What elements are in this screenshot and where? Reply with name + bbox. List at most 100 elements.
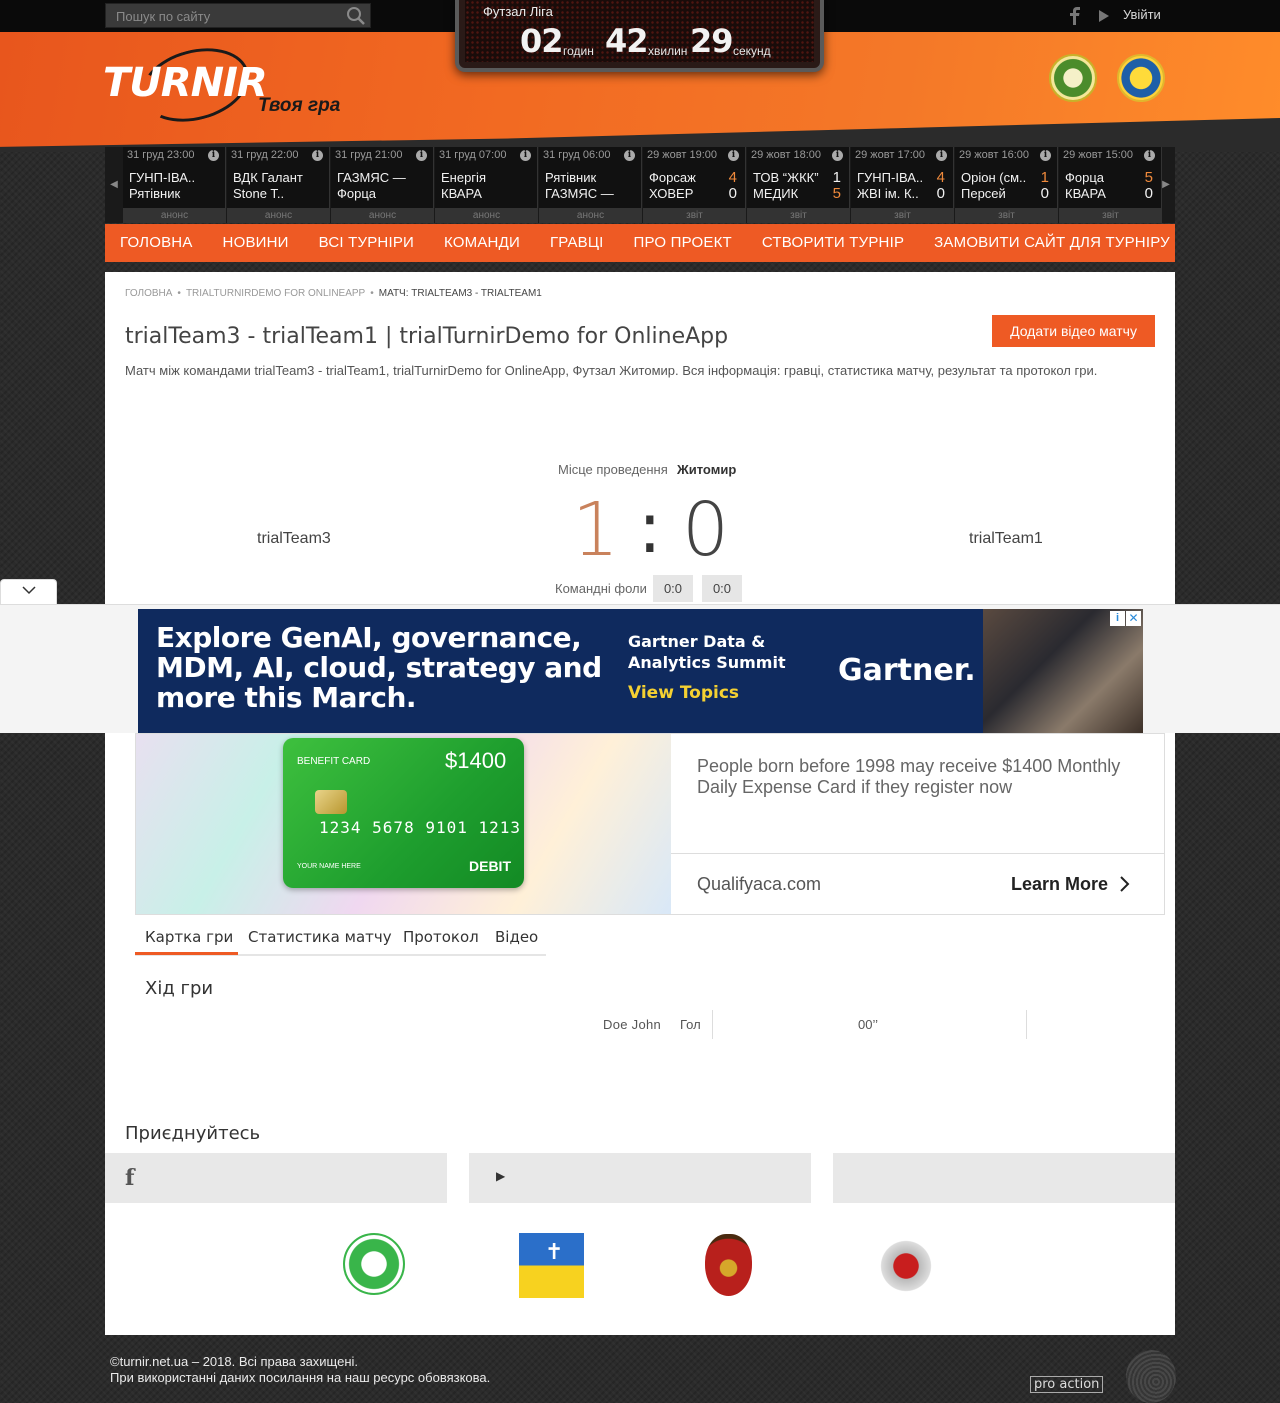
youtube-icon[interactable] bbox=[1097, 8, 1111, 24]
nav-item-home[interactable]: Головна bbox=[105, 224, 208, 262]
ticker-team1: Форсаж bbox=[649, 170, 696, 185]
info-icon[interactable]: i bbox=[936, 150, 947, 161]
ticker-match-card[interactable]: 31 груд 23:00 i ГУНП-ІВА.. Рятівник анонс bbox=[123, 147, 226, 223]
nav-item-create-tournament[interactable]: Створити турнір bbox=[747, 224, 919, 262]
ticker-status[interactable]: анонс bbox=[331, 208, 434, 223]
ad-cta[interactable]: View Topics bbox=[628, 683, 739, 703]
ad-headline: Explore GenAI, governance, MDM, AI, cloud… bbox=[156, 621, 602, 714]
info-icon[interactable]: i bbox=[416, 150, 427, 161]
venue-city: Житомир bbox=[677, 462, 737, 477]
active-tab-indicator bbox=[135, 952, 238, 955]
ad-info-icon[interactable]: i bbox=[1110, 611, 1125, 626]
join-other[interactable] bbox=[833, 1153, 1175, 1203]
ticker-status[interactable]: анонс bbox=[227, 208, 330, 223]
nav-item-players[interactable]: Гравці bbox=[535, 224, 619, 262]
partner-badge-blue[interactable] bbox=[1117, 54, 1165, 102]
info-icon[interactable]: i bbox=[312, 150, 323, 161]
ad-collapse-toggle[interactable] bbox=[0, 579, 57, 604]
ad-brand: Gartner. bbox=[838, 653, 976, 688]
card-amount: $1400 bbox=[445, 748, 507, 773]
countdown-scoreboard[interactable]: Футзал Ліга 02 годин 42 хвилин 29 секунд bbox=[455, 0, 824, 72]
partner-logo-christian-league[interactable]: ✝ bbox=[519, 1233, 584, 1298]
ticker-date: 29 жовт 15:00 bbox=[1063, 149, 1133, 161]
ticker-status[interactable]: звіт bbox=[747, 208, 850, 223]
countdown-seconds-unit: секунд bbox=[733, 44, 771, 58]
ticker-match-card[interactable]: 31 груд 07:00 i Енергія КВАРА анонс bbox=[435, 147, 538, 223]
facebook-icon: f bbox=[125, 1165, 135, 1191]
info-icon[interactable]: i bbox=[832, 150, 843, 161]
countdown-hours-unit: годин bbox=[563, 44, 594, 58]
ticker-status[interactable]: звіт bbox=[955, 208, 1058, 223]
ticker-score1: 4 bbox=[728, 169, 737, 186]
facebook-icon[interactable] bbox=[1068, 7, 1082, 25]
tab-match-stats[interactable]: Статистика матчу bbox=[248, 928, 392, 946]
site-logo[interactable]: TURNIR bbox=[103, 60, 268, 106]
ticker-status[interactable]: звіт bbox=[643, 208, 746, 223]
ticker-status[interactable]: звіт bbox=[1059, 208, 1162, 223]
ticker-status[interactable]: анонс bbox=[435, 208, 538, 223]
native-ad[interactable]: BENEFIT CARD $1400 1234 5678 9101 1213 Y… bbox=[135, 733, 1165, 915]
ticker-match-card[interactable]: 29 жовт 15:00 i Форца КВАРА 5 0 звіт bbox=[1059, 147, 1162, 223]
partner-logo-fist[interactable] bbox=[878, 1236, 934, 1296]
search-input[interactable] bbox=[116, 8, 336, 24]
breadcrumb-home[interactable]: Головна bbox=[125, 288, 172, 299]
ticker-date: 31 груд 23:00 bbox=[127, 149, 195, 161]
info-icon[interactable]: i bbox=[1040, 150, 1051, 161]
partner-logo-shield[interactable] bbox=[705, 1234, 752, 1296]
ticker-match-card[interactable]: 29 жовт 19:00 i Форсаж ХОВЕР 4 0 звіт bbox=[643, 147, 746, 223]
info-icon[interactable]: i bbox=[728, 150, 739, 161]
learn-more-button[interactable]: Learn More bbox=[1011, 874, 1108, 895]
ticker-match-card[interactable]: 29 жовт 18:00 i ТОВ “ЖКК” МЕДИК 1 5 звіт bbox=[747, 147, 850, 223]
search-box[interactable] bbox=[105, 3, 371, 28]
nav-item-news[interactable]: Новини bbox=[208, 224, 304, 262]
login-link[interactable]: Увійти bbox=[1123, 7, 1161, 22]
ticker-match-card[interactable]: 31 груд 06:00 i Рятівник ГАЗМЯС — анонс bbox=[539, 147, 642, 223]
venue-label: Місце проведення bbox=[558, 462, 668, 477]
ticker-next-arrow-icon[interactable]: ▶ bbox=[1157, 147, 1175, 223]
info-icon[interactable]: i bbox=[520, 150, 531, 161]
partner-logo-green[interactable] bbox=[343, 1233, 405, 1295]
match-ticker: ◀ 31 груд 23:00 i ГУНП-ІВА.. Рятівник анонс 3… bbox=[105, 147, 1175, 223]
ticker-score2: 5 bbox=[832, 185, 841, 202]
ticker-match-card[interactable]: 29 жовт 16:00 i Оріон (см.. Персей 1 0 звіт bbox=[955, 147, 1058, 223]
ad-close-icon[interactable]: ✕ bbox=[1126, 611, 1141, 626]
search-icon[interactable] bbox=[346, 6, 366, 26]
ticker-match-card[interactable]: 29 жовт 17:00 i ГУНП-ІВА.. ЖВІ ім. К.. 4 0 зві… bbox=[851, 147, 954, 223]
ticker-date: 29 жовт 18:00 bbox=[751, 149, 821, 161]
ticker-status[interactable]: анонс bbox=[539, 208, 642, 223]
card-type: DEBIT bbox=[469, 858, 511, 874]
info-icon[interactable]: i bbox=[624, 150, 635, 161]
add-video-button[interactable]: Додати відео матчу bbox=[992, 315, 1155, 347]
join-facebook[interactable]: f bbox=[105, 1153, 447, 1203]
tab-protocol[interactable]: Протокол bbox=[403, 928, 479, 946]
tab-game-card[interactable]: Картка гри bbox=[145, 928, 233, 946]
footer-brand[interactable]: pro action bbox=[1030, 1376, 1104, 1393]
ad-banner[interactable]: Explore GenAI, governance, MDM, AI, cloud… bbox=[138, 609, 1143, 733]
youtube-icon: ▶ bbox=[496, 1169, 506, 1183]
ticker-match-card[interactable]: 31 груд 21:00 i ГАЗМЯС — Форца анонс bbox=[331, 147, 434, 223]
event-player[interactable]: Doe John bbox=[603, 1017, 661, 1032]
ad-site: Qualifyaca.com bbox=[697, 874, 822, 894]
breadcrumb-tournament[interactable]: trialTurnirDemo for OnlineApp bbox=[186, 288, 365, 299]
ticker-match-card[interactable]: 31 груд 22:00 i ВДК Галант Stone T.. анонс bbox=[227, 147, 330, 223]
ticker-prev-arrow-icon[interactable]: ◀ bbox=[105, 147, 123, 223]
home-team-name[interactable]: trialTeam3 bbox=[257, 530, 331, 548]
nav-item-tournaments[interactable]: Всі турніри bbox=[304, 224, 429, 262]
nav-item-teams[interactable]: Команди bbox=[429, 224, 535, 262]
ticker-team2: КВАРА bbox=[441, 186, 482, 201]
nav-item-order-site[interactable]: Замовити сайт для турніру bbox=[919, 224, 1185, 262]
tab-video[interactable]: Відео bbox=[495, 928, 538, 946]
ticker-status[interactable]: анонс bbox=[123, 208, 226, 223]
info-icon[interactable]: i bbox=[1144, 150, 1155, 161]
ticker-team2: ЖВІ ім. К.. bbox=[857, 186, 919, 201]
game-course-title: Хід гри bbox=[145, 978, 214, 999]
partner-badge-green[interactable] bbox=[1049, 54, 1097, 102]
ticker-team1: Форца bbox=[1065, 170, 1105, 185]
nav-item-about[interactable]: Про проект bbox=[619, 224, 747, 262]
ticker-date: 31 груд 22:00 bbox=[231, 149, 299, 161]
away-team-name[interactable]: trialTeam1 bbox=[969, 530, 1043, 548]
ticker-score2: 0 bbox=[936, 185, 945, 202]
info-icon[interactable]: i bbox=[208, 150, 219, 161]
ticker-status[interactable]: звіт bbox=[851, 208, 954, 223]
join-youtube[interactable]: ▶ bbox=[469, 1153, 811, 1203]
